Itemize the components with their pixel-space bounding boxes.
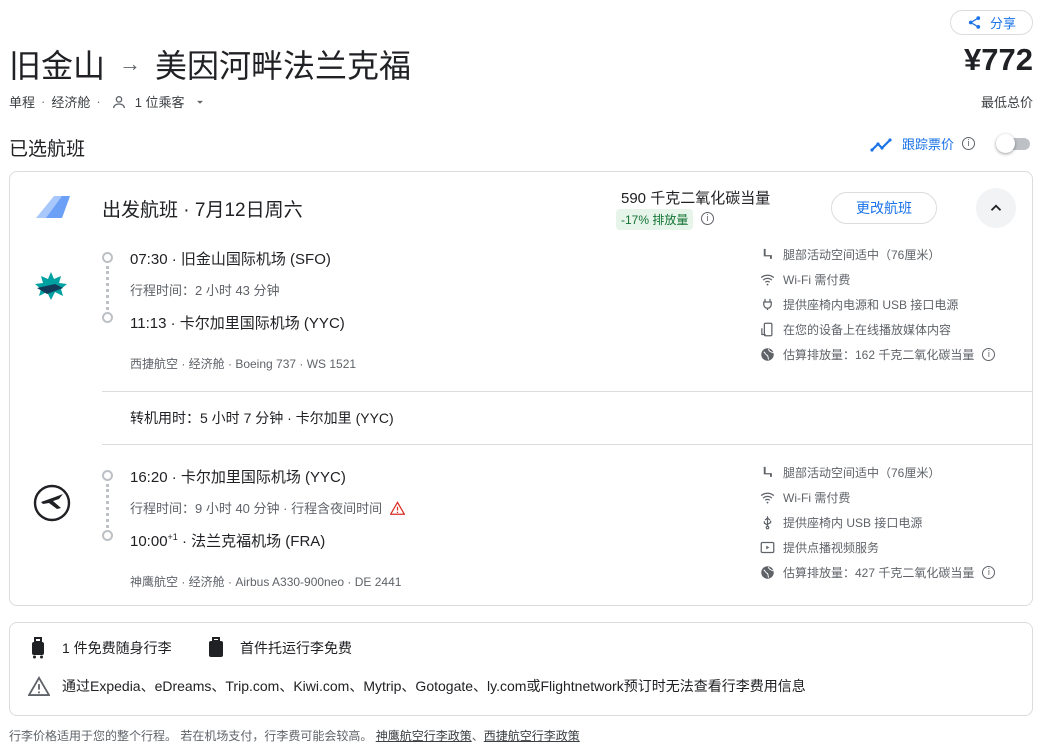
wifi-icon	[760, 274, 775, 286]
info-icon[interactable]: i	[701, 212, 714, 225]
chevron-up-icon	[990, 204, 1002, 211]
divider	[102, 391, 1032, 392]
change-flight-button[interactable]: 更改航班	[831, 192, 937, 224]
globe-icon	[761, 566, 775, 579]
amenity-item: Wi-Fi 需付费	[760, 271, 995, 288]
legroom-icon	[763, 466, 772, 477]
amenity-item: 腿部活动空间适中（76厘米）	[760, 246, 995, 263]
caret-down-icon	[196, 100, 203, 104]
arrival-time: 11:13	[130, 315, 167, 332]
track-prices-toggle[interactable]	[996, 134, 1032, 153]
amenity-item: 腿部活动空间适中（76厘米）	[760, 464, 995, 481]
share-label: 分享	[989, 16, 1016, 31]
arrival-airport: · 法兰克福机场 (FRA)	[177, 533, 326, 550]
arrival-time: 10:00	[130, 533, 168, 550]
timeline-line	[106, 484, 109, 528]
arrival-airport: · 卡尔加里国际机场 (YYC)	[166, 315, 345, 332]
segment-2-arrival: 10:00+1 · 法兰克福机场 (FRA)	[130, 530, 325, 551]
segment-1-arrival: 11:13 · 卡尔加里国际机场 (YYC)	[130, 312, 345, 333]
route-title: 旧金山 → 美因河畔法兰克福	[9, 40, 411, 88]
amenity-item: 在您的设备上在线播放媒体内容	[760, 321, 995, 338]
departure-title: 出发航班 · 7月12日周六	[102, 200, 303, 221]
next-day-indicator: +1	[167, 532, 178, 542]
amenity-item: 估算排放量：427 千克二氧化碳当量 i	[760, 564, 996, 581]
person-icon	[112, 95, 125, 108]
carry-on-bag-icon	[32, 637, 44, 659]
amenity-item: 提供点播视频服务	[760, 539, 995, 556]
checked-bag-icon	[209, 637, 223, 657]
timeline-dot	[102, 470, 113, 481]
origin-city: 旧金山	[9, 48, 106, 84]
segment-2-duration: 行程时间：9 小时 40 分钟 · 行程含夜间时间	[130, 501, 383, 516]
footer-note: 行李价格适用于您的整个行程。 若在机场支付，行李费可能会较高。 神鹰航空行李政策…	[9, 729, 580, 743]
trip-type: 单程	[9, 95, 36, 110]
trip-meta: 单程 · 经济舱 · 1 位乘客	[9, 92, 207, 111]
carry-on-info: 1 件免费随身行李	[30, 637, 172, 659]
info-icon[interactable]: i	[982, 566, 996, 579]
info-icon[interactable]: i	[962, 137, 976, 150]
westjet-baggage-policy-link[interactable]: 西捷航空行李政策	[484, 729, 580, 743]
divider	[102, 444, 1032, 445]
wifi-icon	[760, 492, 775, 504]
timeline-dot	[102, 530, 113, 541]
passenger-count: 1 位乘客	[134, 95, 185, 110]
westjet-logo-icon	[35, 272, 67, 300]
trend-icon	[870, 137, 892, 152]
share-button[interactable]: 分享	[950, 10, 1033, 35]
passenger-selector[interactable]: 1 位乘客	[111, 92, 207, 111]
layover-info: 转机用时：5 小时 7 分钟 · 卡尔加里 (YYC)	[130, 410, 394, 426]
cabin-class: 经济舱	[51, 95, 91, 110]
baggage-warning: 通过Expedia、eDreams、Trip.com、Kiwi.com、Mytr…	[28, 676, 806, 696]
amenity-item: 估算排放量：162 千克二氧化碳当量 i	[760, 346, 996, 363]
segment-1-amenities: 腿部活动空间适中（76厘米） Wi-Fi 需付费 提供座椅内电源和 USB 接口…	[760, 246, 996, 363]
selected-flights-title: 已选航班	[9, 139, 86, 160]
power-plug-icon	[763, 298, 772, 311]
segment-1-departure: 07:30 · 旧金山国际机场 (SFO)	[130, 251, 331, 268]
emissions-badge: -17% 排放量	[616, 209, 694, 230]
arrow-right-icon: →	[119, 51, 142, 76]
collapse-button[interactable]	[976, 188, 1016, 228]
stream-media-icon	[761, 322, 773, 337]
co2-emissions: 590 千克二氧化碳当量	[621, 190, 771, 207]
video-icon	[760, 541, 775, 554]
segment-2-amenities: 腿部活动空间适中（76厘米） Wi-Fi 需付费 提供座椅内 USB 接口电源 …	[760, 464, 996, 581]
amenity-item: 提供座椅内电源和 USB 接口电源	[760, 296, 995, 313]
price-note: 最低总价	[980, 95, 1033, 110]
info-icon[interactable]: i	[982, 348, 996, 361]
airline-logo-icon	[36, 196, 70, 218]
usb-icon	[763, 516, 772, 530]
track-label: 跟踪票价	[902, 137, 955, 152]
warning-icon	[390, 500, 406, 515]
amenity-item: Wi-Fi 需付费	[760, 489, 995, 506]
checked-bag-info: 首件托运行李免费	[208, 637, 352, 659]
segment-1-details: 西捷航空 · 经济舱 · Boeing 737 · WS 1521	[130, 357, 357, 371]
total-price: ¥772	[964, 42, 1033, 77]
legroom-icon	[763, 248, 772, 259]
timeline-dot	[102, 252, 113, 263]
globe-icon	[761, 348, 775, 361]
track-prices[interactable]: 跟踪票价 i	[870, 134, 976, 153]
condor-baggage-policy-link[interactable]: 神鹰航空行李政策	[376, 729, 472, 743]
destination-city: 美因河畔法兰克福	[155, 48, 412, 84]
segment-2-details: 神鹰航空 · 经济舱 · Airbus A330-900neo · DE 244…	[130, 575, 402, 589]
warning-icon	[28, 676, 50, 696]
amenity-item: 提供座椅内 USB 接口电源	[760, 514, 995, 531]
segment-2-departure: 16:20 · 卡尔加里国际机场 (YYC)	[130, 469, 346, 486]
timeline-line	[106, 266, 109, 310]
condor-logo-icon	[33, 484, 71, 522]
share-icon	[968, 16, 981, 29]
segment-2-duration-row: 行程时间：9 小时 40 分钟 · 行程含夜间时间	[130, 498, 406, 517]
timeline-dot	[102, 312, 113, 323]
segment-1-duration: 行程时间：2 小时 43 分钟	[130, 283, 280, 298]
